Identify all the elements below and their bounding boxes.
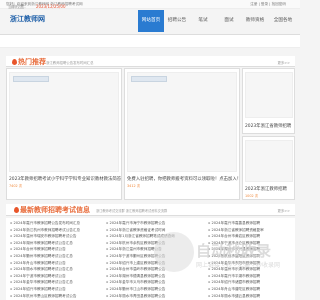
account-links[interactable]: 注册 | 登录 | 找回密码 [250, 2, 286, 7]
list-item[interactable]: 2024年衢州市教师招聘考试公告汇总 [10, 253, 100, 259]
fire-icon [14, 207, 19, 213]
watermark-logo [154, 232, 194, 272]
watermark-subtitle: 网上链接 - 秒 - 汇集 - 秒收录网 [196, 262, 280, 269]
newest-more-link[interactable]: 更多>> [278, 208, 290, 213]
list-item[interactable]: 2024年绍兴市教师招聘考试公告 [10, 286, 100, 292]
list-item[interactable]: 2024年湖州市德清县教师招聘公告 [106, 273, 202, 279]
list-item[interactable]: 2024年丽水市缙云县教师招聘 [208, 293, 292, 299]
list-item[interactable]: 2024年浙江省教师资格证考试时间 [106, 227, 202, 233]
thumbnail-banner [13, 76, 49, 82]
newest-title-text: 最新教师招聘考试信息 [20, 206, 90, 214]
hot-card-3[interactable]: 2023年浙江教师招聘 1002 次 [242, 136, 295, 200]
card-image[interactable] [245, 72, 293, 118]
hot-card-1[interactable]: 2023年教师招聘考试小学科学学科专业知识教材教法简答题 7402 次 [6, 68, 122, 200]
list-item[interactable]: 2024年湖州市教师招聘考试公告汇总 [10, 240, 100, 246]
location-label: 当前位置： [8, 4, 28, 9]
card-title[interactable]: 2023年浙江教师招聘 [245, 186, 295, 192]
card-views: 7402 次 [9, 184, 23, 188]
location-value: 2023/12/25/00 [36, 4, 66, 9]
card-image[interactable] [245, 140, 293, 182]
card-title[interactable]: 免费入驻招聘，你把教师搬考资料可以领取啦！点击加入！ [127, 176, 239, 182]
list-item[interactable]: 2024年丽水市教师招聘考试公告汇总 [10, 266, 100, 272]
list-item[interactable]: 2024年金华市义乌市教师招聘公告 [106, 279, 202, 285]
hot-more-link[interactable]: 更多>> [278, 60, 290, 65]
list-item[interactable]: 2024年绍兴市诸暨市教师招聘 [208, 279, 292, 285]
card-views: 1002 次 [245, 194, 259, 198]
list-item[interactable]: 2024年温州市瑞安市教师招聘考试公告 [10, 233, 100, 239]
hot-section-title: 热门推荐 [12, 57, 46, 67]
list-item[interactable]: 2024年浙江杭州市教师招聘考试公告汇总 [10, 227, 100, 233]
list-item[interactable]: 2024年舟山市教师招聘考试公告 [10, 260, 100, 266]
list-item[interactable]: 2024年台州市教师招聘考试公告 [10, 246, 100, 252]
card-image[interactable] [127, 72, 237, 172]
newest-section-title: 最新教师招聘考试信息 [14, 205, 90, 215]
list-item[interactable]: 2024年浙江省教师招聘资格复审 [208, 227, 292, 233]
fire-icon [12, 59, 17, 65]
location-bar [0, 34, 300, 48]
list-item[interactable]: 2024年衢州市江山市教师招聘公告 [106, 286, 202, 292]
main-nav: 网站首页 招聘公告 笔试 面试 教师资格 全国各地 [138, 10, 296, 32]
card-image[interactable] [9, 72, 119, 172]
list-item[interactable]: 2024年金华市教师招聘考试公告汇总 [10, 279, 100, 285]
site-logo[interactable]: 浙江教师网 [10, 14, 45, 24]
list-item[interactable]: 2024年嘉兴市海宁市教师招聘公告 [106, 220, 202, 226]
card-title[interactable]: 2023年教师招聘考试小学科学学科专业知识教材教法简答题 [9, 176, 121, 182]
watermark-title: 自动秒收录 [196, 242, 272, 260]
list-item[interactable]: 2024年嘉兴市嘉善县教师招聘 [208, 220, 292, 226]
thumbnail-banner [131, 76, 167, 82]
nav-nationwide[interactable]: 全国各地 [270, 10, 296, 32]
nav-written-exam[interactable]: 笔试 [190, 10, 216, 32]
list-item[interactable]: 2024年嘉兴市教师招聘公告发布时间汇总 [10, 220, 100, 226]
list-item[interactable]: 2024年嘉兴市平湖市教师招聘 [208, 273, 292, 279]
nav-qualification[interactable]: 教师资格 [242, 10, 268, 32]
list-item[interactable]: 2024年杭州市萧山区教师招聘考试公告 [10, 293, 100, 299]
hot-card-2[interactable]: 免费入驻招聘，你把教师搬考资料可以领取啦！点击加入！ 3412 次 [124, 68, 240, 200]
nav-interview[interactable]: 面试 [216, 10, 242, 32]
list-item[interactable]: 2024年宁波市教师招聘考试公告 [10, 273, 100, 279]
list-item[interactable]: 2024年丽水市青田县教师招聘公告 [106, 293, 202, 299]
list-item[interactable]: 2024年台州市黄岩区教师招聘 [208, 233, 292, 239]
card-views: 3412 次 [127, 184, 141, 188]
list-item[interactable]: 2024年台州市温岭市教师招聘公告 [106, 266, 202, 272]
list-item[interactable]: 2024年舟山市普陀区教师招聘 [208, 286, 292, 292]
hot-side-card[interactable]: 2023年浙江省教师招聘 [242, 68, 295, 134]
newest-section-subtitle[interactable]: 浙江教师考试交流群 浙江教师招聘考试资料交流群 [96, 208, 167, 213]
nav-recruitment[interactable]: 招聘公告 [164, 10, 190, 32]
card-title[interactable]: 2023年浙江省教师招聘 [245, 123, 295, 129]
hot-section-subtitle[interactable]: 浙江教师招聘公告发布时间汇总 [46, 60, 93, 65]
nav-home[interactable]: 网站首页 [138, 10, 164, 32]
hot-title-text: 热门推荐 [18, 58, 46, 66]
